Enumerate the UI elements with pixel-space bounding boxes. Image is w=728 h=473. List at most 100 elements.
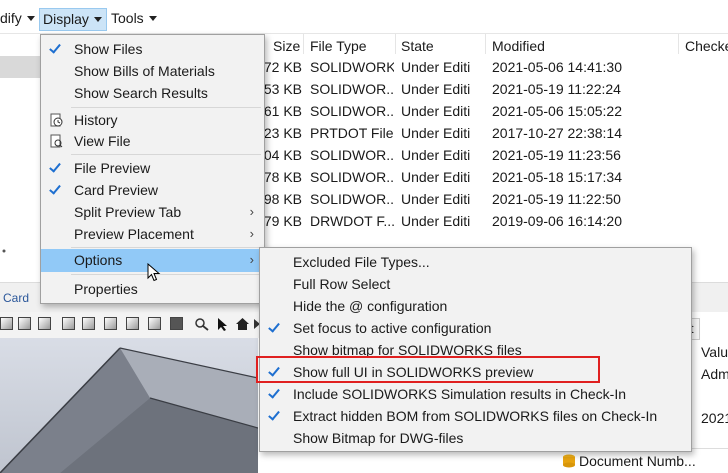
cell-state: Under Editi	[401, 59, 471, 75]
menu-item-label: Preview Placement	[74, 226, 194, 242]
view-cube-icon[interactable]	[82, 317, 95, 330]
view-cube-icon[interactable]	[38, 317, 51, 330]
menu-separator	[71, 247, 261, 248]
cell-state: Under Editi	[401, 81, 471, 97]
chevron-right-icon: ›	[249, 204, 254, 219]
shaded-cube-icon[interactable]	[170, 317, 183, 330]
3d-preview-viewport[interactable]	[0, 338, 258, 473]
menu-item-include-simulation-results[interactable]: Include SOLIDWORKS Simulation results in…	[260, 383, 691, 405]
menu-item-extract-hidden-bom[interactable]: Extract hidden BOM from SOLIDWORKS files…	[260, 405, 691, 427]
table-row[interactable]: 61 KB SOLIDWOR... Under Editi 2021-05-06…	[262, 100, 728, 122]
table-row[interactable]: 79 KB DRWDOT F... Under Editi 2019-09-06…	[262, 210, 728, 232]
menu-item-split-preview-tab[interactable]: Split Preview Tab ›	[41, 201, 264, 223]
cell-modified: 2019-09-06 16:14:20	[492, 213, 622, 229]
check-icon	[49, 179, 65, 201]
menu-tools[interactable]: Tools	[111, 7, 157, 29]
cell-file-type: DRWDOT F...	[310, 213, 394, 229]
cell-size: 72 KB	[263, 59, 302, 75]
menu-item-label: History	[74, 112, 118, 128]
variable-name: Document Numb...	[579, 453, 696, 469]
menu-item-show-files[interactable]: Show Files	[41, 38, 264, 60]
view-cube-icon[interactable]	[0, 317, 13, 330]
menu-modify-label: dify	[0, 10, 22, 26]
menu-item-card-preview[interactable]: Card Preview	[41, 179, 264, 201]
chevron-down-icon	[93, 16, 102, 22]
menu-item-view-file[interactable]: View File	[41, 130, 264, 152]
check-icon	[49, 157, 65, 179]
menu-item-label: Show Search Results	[74, 85, 208, 101]
menu-item-history[interactable]: History	[41, 109, 264, 131]
menu-item-label: Include SOLIDWORKS Simulation results in…	[293, 386, 627, 402]
column-header-state[interactable]: State	[401, 38, 434, 54]
property-value: Adm	[701, 366, 728, 382]
viewer-toolbar	[0, 312, 262, 338]
column-divider[interactable]	[303, 34, 304, 54]
cell-size: 61 KB	[263, 103, 302, 119]
options-submenu: Excluded File Types... Full Row Select H…	[259, 247, 692, 452]
cell-file-type: SOLIDWOR...	[310, 103, 394, 119]
tab-card[interactable]: Card	[3, 291, 29, 305]
cell-modified: 2021-05-19 11:22:24	[492, 81, 621, 97]
cell-file-type: PRTDOT File	[310, 125, 394, 141]
folder-tree[interactable]	[0, 34, 44, 282]
selected-tree-node[interactable]	[0, 56, 44, 78]
menu-item-label: Options	[74, 252, 123, 268]
menu-item-full-row-select[interactable]: Full Row Select	[260, 273, 691, 295]
check-icon	[268, 317, 284, 339]
column-header-checked[interactable]: Checke	[685, 38, 728, 54]
file-list: Size File Type State Modified Checke 72 …	[262, 34, 728, 248]
tree-expander-icon[interactable]	[2, 249, 6, 253]
menu-display-label: Display	[43, 11, 89, 27]
menu-item-label: View File	[74, 133, 131, 149]
table-row[interactable]: 04 KB SOLIDWOR... Under Editi 2021-05-19…	[262, 144, 728, 166]
cell-size: 98 KB	[263, 191, 302, 207]
check-icon	[268, 383, 284, 405]
property-value: 2021	[701, 410, 728, 426]
column-header-modified[interactable]: Modified	[492, 38, 545, 54]
column-divider[interactable]	[678, 34, 679, 54]
view-cube-icon[interactable]	[18, 317, 31, 330]
table-row[interactable]: 72 KB SOLIDWORKS Under Editi 2021-05-06 …	[262, 56, 728, 78]
menu-display[interactable]: Display	[39, 8, 107, 31]
table-row[interactable]: 78 KB SOLIDWOR... Under Editi 2021-05-18…	[262, 166, 728, 188]
chevron-right-icon: ›	[249, 252, 254, 267]
cell-modified: 2017-10-27 22:38:14	[492, 125, 622, 141]
menu-modify[interactable]: dify	[0, 7, 35, 29]
menu-item-show-bitmap-dwg[interactable]: Show Bitmap for DWG-files	[260, 427, 691, 449]
view-cube-icon[interactable]	[104, 317, 117, 330]
menu-item-label: Properties	[74, 281, 138, 297]
cell-size: 23 KB	[263, 125, 302, 141]
cell-file-type: SOLIDWOR...	[310, 191, 394, 207]
view-cube-icon[interactable]	[62, 317, 75, 330]
column-divider[interactable]	[485, 34, 486, 54]
menu-item-hide-at-configuration[interactable]: Hide the @ configuration	[260, 295, 691, 317]
menu-item-preview-placement[interactable]: Preview Placement ›	[41, 223, 264, 245]
menu-tools-label: Tools	[111, 10, 144, 26]
column-divider[interactable]	[395, 34, 396, 54]
table-row[interactable]: 53 KB SOLIDWOR... Under Editi 2021-05-19…	[262, 78, 728, 100]
menu-item-excluded-file-types[interactable]: Excluded File Types...	[260, 251, 691, 273]
table-row[interactable]: 98 KB SOLIDWOR... Under Editi 2021-05-19…	[262, 188, 728, 210]
cell-file-type: SOLIDWOR...	[310, 81, 394, 97]
table-row[interactable]: 23 KB PRTDOT File Under Editi 2017-10-27…	[262, 122, 728, 144]
menu-item-label: Show Bills of Materials	[74, 63, 215, 79]
database-icon	[563, 454, 575, 468]
column-header-size[interactable]: Size	[273, 38, 300, 54]
cell-state: Under Editi	[401, 147, 471, 163]
menu-item-file-preview[interactable]: File Preview	[41, 157, 264, 179]
zoom-icon[interactable]	[194, 317, 210, 331]
column-header-file-type[interactable]: File Type	[310, 38, 367, 54]
history-icon	[50, 113, 63, 127]
home-icon[interactable]	[235, 316, 250, 331]
menu-item-label: Hide the @ configuration	[293, 298, 448, 314]
view-cube-icon[interactable]	[148, 317, 161, 330]
part-model-graphic	[0, 347, 258, 473]
select-arrow-icon[interactable]	[217, 317, 229, 332]
menu-item-set-focus-active-config[interactable]: Set focus to active configuration	[260, 317, 691, 339]
menu-item-show-boms[interactable]: Show Bills of Materials	[41, 60, 264, 82]
view-cube-icon[interactable]	[126, 317, 139, 330]
menu-item-label: Extract hidden BOM from SOLIDWORKS files…	[293, 408, 658, 424]
cell-file-type: SOLIDWOR...	[310, 147, 394, 163]
menu-item-label: Card Preview	[74, 182, 159, 198]
menu-item-show-search-results[interactable]: Show Search Results	[41, 82, 264, 104]
